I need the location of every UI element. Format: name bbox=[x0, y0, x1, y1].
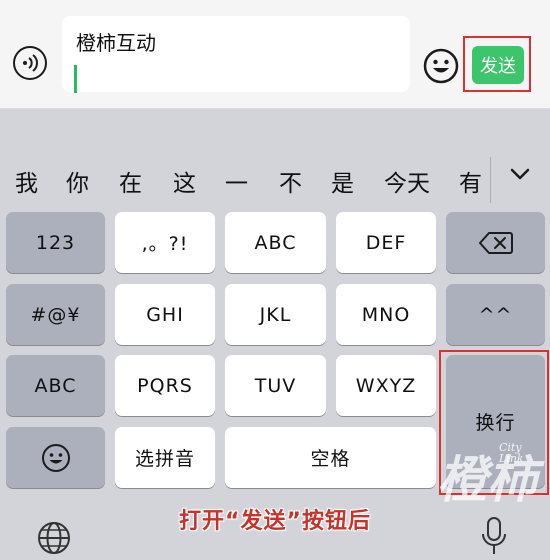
chevron-down-icon bbox=[510, 168, 530, 180]
candidate-word[interactable]: 有 bbox=[459, 164, 482, 198]
key-jkl[interactable]: JKL bbox=[225, 284, 326, 345]
key-symbols[interactable]: #@¥ bbox=[6, 284, 105, 345]
candidate-divider bbox=[490, 157, 491, 203]
key-abc-mode[interactable]: ABC bbox=[6, 355, 105, 416]
text-cursor bbox=[74, 65, 77, 93]
watermark-city: City Link bbox=[499, 441, 524, 465]
key-wxyz[interactable]: WXYZ bbox=[336, 355, 436, 416]
candidate-word[interactable]: 不 bbox=[279, 164, 302, 198]
message-input-value: 橙柿互动 bbox=[76, 31, 156, 55]
send-button[interactable]: 发送 bbox=[472, 46, 524, 84]
candidate-word[interactable]: 这 bbox=[173, 164, 196, 198]
key-pqrs[interactable]: PQRS bbox=[115, 355, 215, 416]
collapse-candidates-button[interactable] bbox=[500, 160, 540, 190]
key-tuv[interactable]: TUV bbox=[225, 355, 326, 416]
microphone-icon bbox=[482, 517, 506, 554]
key-123[interactable]: 123 bbox=[6, 212, 105, 273]
chat-input-bar: 橙柿互动 发送 bbox=[0, 0, 550, 109]
delete-key[interactable] bbox=[446, 212, 545, 273]
key-emoticon[interactable]: ^^ bbox=[446, 284, 545, 345]
emoji-key[interactable] bbox=[6, 427, 105, 488]
space-key[interactable]: 空格 bbox=[225, 427, 436, 488]
emoji-icon bbox=[423, 48, 459, 84]
message-input[interactable]: 橙柿互动 bbox=[62, 16, 410, 93]
microphone-button[interactable] bbox=[480, 516, 508, 556]
backspace-icon bbox=[478, 231, 513, 254]
candidate-word[interactable]: 在 bbox=[119, 164, 142, 198]
emoji-button[interactable] bbox=[423, 48, 459, 84]
key-mno[interactable]: MNO bbox=[336, 284, 436, 345]
voice-icon bbox=[23, 54, 38, 72]
candidate-word[interactable]: 是 bbox=[331, 164, 354, 198]
emoji-icon bbox=[41, 443, 70, 472]
key-ghi[interactable]: GHI bbox=[115, 284, 215, 345]
candidate-word[interactable]: 你 bbox=[66, 164, 89, 198]
caption-text: 打开“发送”按钮后 bbox=[179, 509, 371, 534]
candidate-word[interactable]: 今天 bbox=[384, 164, 430, 198]
candidate-bar: 我 你 在 这 一 不 是 今天 有 bbox=[0, 150, 550, 206]
key-def[interactable]: DEF bbox=[336, 212, 436, 273]
key-select-pinyin[interactable]: 选拼音 bbox=[115, 427, 215, 488]
candidate-word[interactable]: 一 bbox=[225, 164, 248, 198]
key-punctuation[interactable]: ,。?! bbox=[115, 212, 215, 273]
key-abc[interactable]: ABC bbox=[225, 212, 326, 273]
voice-button[interactable] bbox=[13, 46, 47, 80]
candidate-word[interactable]: 我 bbox=[15, 164, 38, 198]
